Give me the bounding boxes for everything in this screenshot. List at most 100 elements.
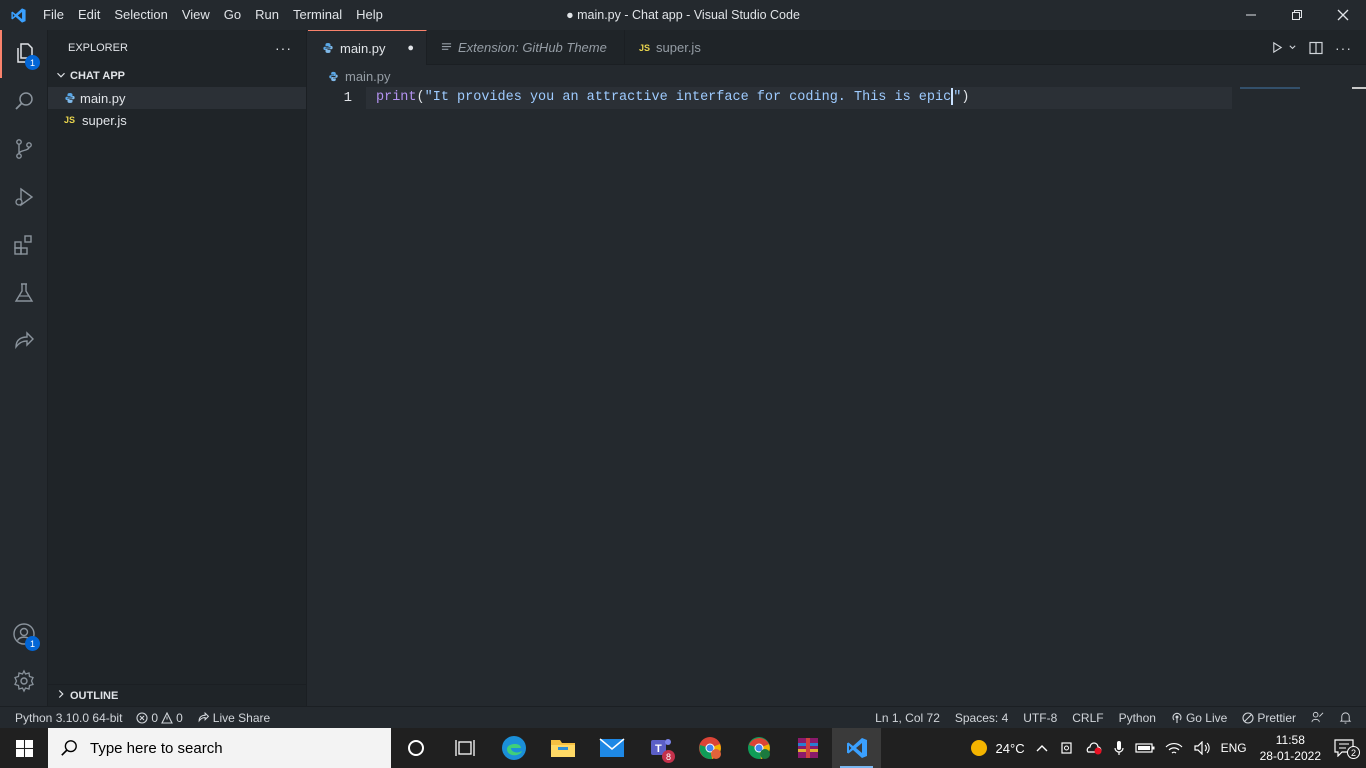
split-editor-icon[interactable] — [1309, 41, 1323, 55]
menu-view[interactable]: View — [175, 0, 217, 30]
editor-area: main.py ● Extension: GitHub Theme JS sup… — [308, 30, 1366, 706]
go-live-label: Go Live — [1185, 710, 1228, 725]
chrome-profile-s-button[interactable] — [685, 728, 734, 768]
minimap[interactable] — [1240, 87, 1300, 89]
search-activity-button[interactable] — [0, 78, 48, 126]
menu-go[interactable]: Go — [217, 0, 248, 30]
vscode-logo-icon[interactable] — [0, 0, 36, 30]
live-share-status[interactable]: Live Share — [197, 711, 270, 725]
menu-terminal[interactable]: Terminal — [286, 0, 349, 30]
more-actions-icon[interactable]: ··· — [1335, 40, 1352, 56]
close-button[interactable] — [1320, 0, 1366, 30]
python-file-icon — [64, 92, 80, 104]
sun-icon — [970, 740, 987, 756]
file-explorer-button[interactable] — [538, 728, 587, 768]
extensions-activity-button[interactable] — [0, 222, 48, 270]
javascript-file-icon: JS — [64, 115, 76, 125]
source-control-activity-button[interactable] — [0, 126, 48, 174]
minimize-button[interactable] — [1228, 0, 1274, 30]
task-view-button[interactable] — [440, 728, 489, 768]
battery-icon[interactable] — [1130, 742, 1160, 754]
cursor-position[interactable]: Ln 1, Col 72 — [875, 711, 940, 725]
run-debug-icon — [12, 185, 36, 212]
meet-now-icon[interactable] — [1054, 740, 1080, 756]
code-text[interactable]: print("It provides you an attractive int… — [376, 87, 969, 109]
taskbar-search-box[interactable]: Type here to search — [48, 728, 391, 768]
edge-icon — [501, 736, 526, 760]
tab-main-py[interactable]: main.py ● — [308, 30, 427, 65]
teams-button[interactable]: T 8 — [636, 728, 685, 768]
run-file-icon[interactable] — [1271, 41, 1297, 54]
indentation[interactable]: Spaces: 4 — [955, 711, 1008, 725]
windows-start-button[interactable] — [0, 728, 48, 768]
onedrive-error-icon[interactable] — [1080, 741, 1108, 755]
run-debug-activity-button[interactable] — [0, 174, 48, 222]
volume-icon[interactable] — [1188, 741, 1216, 755]
testing-activity-button[interactable] — [0, 270, 48, 318]
error-icon — [136, 711, 148, 724]
live-share-activity-button[interactable] — [0, 318, 48, 366]
microphone-icon[interactable] — [1108, 740, 1130, 756]
explorer-badge: 1 — [25, 55, 40, 70]
code-line-1[interactable]: 1 print("It provides you an attractive i… — [308, 87, 1366, 109]
window-controls — [1228, 0, 1366, 30]
wifi-icon[interactable] — [1160, 741, 1188, 755]
winrar-button[interactable] — [783, 728, 832, 768]
chevron-down-icon — [54, 68, 68, 85]
end-of-line[interactable]: CRLF — [1072, 711, 1103, 725]
menu-file[interactable]: File — [36, 0, 71, 30]
edge-button[interactable] — [489, 728, 538, 768]
file-main-py[interactable]: main.py — [48, 87, 306, 109]
paren-open-token: ( — [416, 90, 425, 105]
mail-button[interactable] — [587, 728, 636, 768]
manage-activity-button[interactable] — [0, 658, 48, 706]
file-super-js[interactable]: JS super.js — [48, 109, 306, 131]
tab-extension-github-theme[interactable]: Extension: GitHub Theme — [427, 30, 625, 65]
feedback-icon[interactable] — [1311, 711, 1324, 724]
language-mode[interactable]: Python — [1119, 711, 1156, 725]
go-live-button[interactable]: Go Live — [1171, 711, 1227, 725]
explorer-title: EXPLORER — [68, 41, 128, 54]
input-language[interactable]: ENG — [1216, 741, 1252, 755]
prettier-status[interactable]: Prettier — [1242, 711, 1296, 725]
chrome-profile-a-button[interactable] — [734, 728, 783, 768]
weather-widget[interactable]: 24°C — [965, 739, 1030, 757]
windows-taskbar: Type here to search T 8 24°C ENG 11:58 2… — [0, 728, 1366, 768]
restore-button[interactable] — [1274, 0, 1320, 30]
menu-run[interactable]: Run — [248, 0, 286, 30]
tab-label: main.py — [340, 40, 386, 56]
system-tray: 24°C ENG 11:58 28-01-2022 2 — [965, 728, 1366, 768]
python-interpreter[interactable]: Python 3.10.0 64-bit — [15, 711, 122, 725]
folder-icon — [550, 740, 575, 757]
cortana-button[interactable] — [391, 728, 440, 768]
windows-logo-icon — [15, 739, 33, 757]
gear-icon — [12, 669, 36, 696]
menu-selection[interactable]: Selection — [107, 0, 174, 30]
unsaved-dot-icon[interactable]: ● — [407, 42, 414, 54]
more-actions-icon[interactable]: ··· — [275, 40, 292, 56]
python-file-icon — [322, 42, 334, 54]
accounts-activity-button[interactable]: 1 — [0, 611, 48, 659]
explorer-activity-button[interactable]: 1 — [0, 30, 48, 78]
tab-super-js[interactable]: JS super.js — [625, 30, 735, 65]
clock[interactable]: 11:58 28-01-2022 — [1252, 732, 1329, 764]
prettier-label: Prettier — [1257, 710, 1296, 725]
menu-edit[interactable]: Edit — [71, 0, 107, 30]
encoding[interactable]: UTF-8 — [1023, 711, 1057, 725]
show-hidden-icons-icon[interactable] — [1030, 743, 1054, 753]
task-view-icon — [454, 740, 475, 756]
prohibited-icon — [1242, 711, 1254, 724]
clock-time: 11:58 — [1275, 733, 1305, 747]
menu-help[interactable]: Help — [349, 0, 390, 30]
folder-chat-app[interactable]: CHAT APP — [48, 65, 306, 87]
outline-section[interactable]: OUTLINE — [48, 684, 307, 706]
outline-label: OUTLINE — [70, 689, 119, 702]
problems-indicator[interactable]: 0 0 — [136, 711, 183, 725]
notifications-bell-icon[interactable] — [1339, 711, 1352, 724]
mail-icon — [599, 738, 624, 757]
breadcrumb[interactable]: main.py — [308, 65, 1366, 87]
vscode-taskbar-button[interactable] — [832, 728, 881, 768]
cortana-circle-icon — [407, 740, 424, 756]
action-center-button[interactable]: 2 — [1329, 739, 1366, 759]
scrollbar-marker[interactable] — [1352, 87, 1366, 89]
